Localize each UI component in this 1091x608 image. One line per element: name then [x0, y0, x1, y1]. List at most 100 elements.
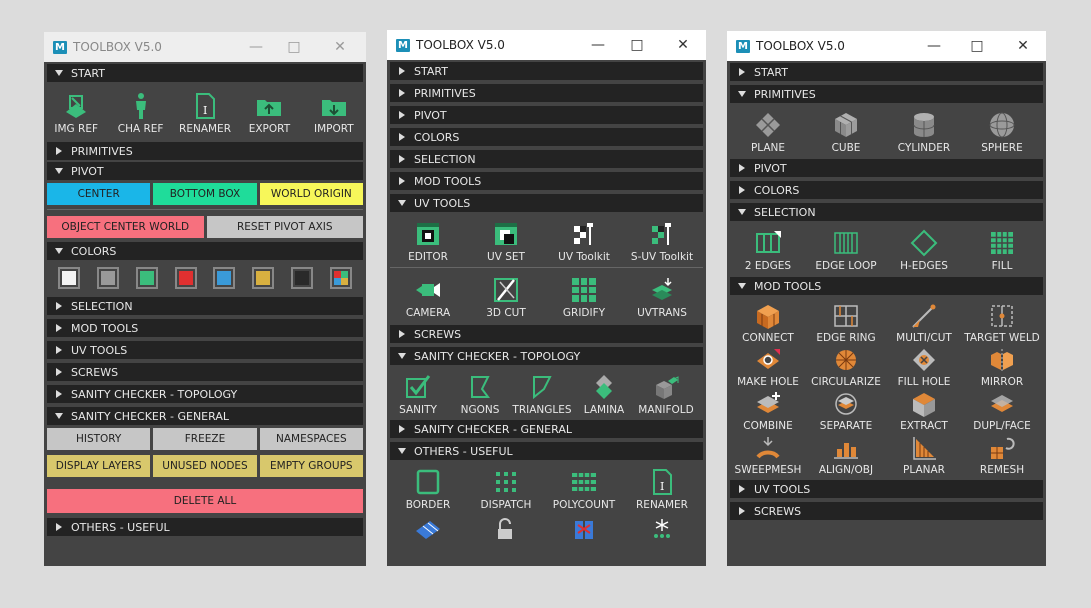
world-origin-pivot-button[interactable]: WORLD ORIGIN [259, 183, 363, 205]
remesh-button[interactable]: REMESH [963, 433, 1041, 476]
history-button[interactable]: HISTORY [47, 428, 151, 450]
green-color-swatch[interactable] [135, 266, 159, 290]
section-start[interactable]: START [390, 62, 703, 80]
planar-button[interactable]: PLANAR [885, 433, 963, 476]
separate-button[interactable]: SEPARATE [807, 389, 885, 432]
object-center-world-button[interactable]: OBJECT CENTER WORLD [47, 216, 204, 238]
section-selection[interactable]: SELECTION [47, 297, 363, 315]
section-colors[interactable]: COLORS [47, 242, 363, 260]
maximize-icon[interactable]: □ [968, 37, 986, 55]
import-button[interactable]: IMPORT [302, 90, 366, 135]
reset-color-swatch[interactable] [290, 266, 314, 290]
section-sanity-topology[interactable]: SANITY CHECKER - TOPOLOGY [390, 347, 703, 365]
3d-cut-button[interactable]: 3D CUT [467, 274, 545, 319]
uv-set-button[interactable]: UV SET [467, 218, 545, 263]
connect-button[interactable]: CONNECT [729, 301, 807, 344]
white-color-swatch[interactable] [57, 266, 81, 290]
export-button[interactable]: EXPORT [237, 90, 301, 135]
section-others-useful[interactable]: OTHERS - USEFUL [390, 442, 703, 460]
target-weld-button[interactable]: TARGET WELD [963, 301, 1041, 344]
section-uv-tools[interactable]: UV TOOLS [390, 194, 703, 212]
freeze-button[interactable]: FREEZE [153, 428, 257, 450]
section-uv-tools[interactable]: UV TOOLS [730, 480, 1043, 498]
maximize-icon[interactable]: □ [285, 38, 303, 56]
section-mod-tools[interactable]: MOD TOOLS [47, 319, 363, 337]
red-color-swatch[interactable] [174, 266, 198, 290]
stack-button[interactable] [545, 515, 623, 542]
ngons-button[interactable]: NGONS [449, 371, 511, 416]
combine-button[interactable]: COMBINE [729, 389, 807, 432]
namespaces-button[interactable]: NAMESPACES [259, 428, 363, 450]
section-sanity-topology[interactable]: SANITY CHECKER - TOPOLOGY [47, 385, 363, 403]
make-hole-button[interactable]: MAKE HOLE [729, 345, 807, 388]
fill-hole-button[interactable]: FILL HOLE [885, 345, 963, 388]
section-sanity-general[interactable]: SANITY CHECKER - GENERAL [47, 407, 363, 425]
multi-cut-button[interactable]: MULTI/CUT [885, 301, 963, 344]
triangles-button[interactable]: TRIANGLES [511, 371, 573, 416]
section-colors[interactable]: COLORS [390, 128, 703, 146]
empty-groups-button[interactable]: EMPTY GROUPS [259, 455, 363, 477]
unused-nodes-button[interactable]: UNUSED NODES [153, 455, 257, 477]
section-selection[interactable]: SELECTION [390, 150, 703, 168]
align-obj-button[interactable]: ALIGN/OBJ [807, 433, 885, 476]
sphere-button[interactable]: SPHERE [963, 109, 1041, 154]
minimize-icon[interactable]: — [925, 37, 943, 55]
border-button[interactable]: BORDER [389, 466, 467, 511]
mirror-button[interactable]: MIRROR [963, 345, 1041, 388]
uv-toolkit-button[interactable]: UV Toolkit [545, 218, 623, 263]
unlock-button[interactable] [467, 515, 545, 542]
gray-color-swatch[interactable] [96, 266, 120, 290]
sanity-button[interactable]: SANITY [387, 371, 449, 416]
blue-color-swatch[interactable] [212, 266, 236, 290]
s-uv-toolkit-button[interactable]: S-UV Toolkit [623, 218, 701, 263]
section-selection[interactable]: SELECTION [730, 203, 1043, 221]
plane-button[interactable]: PLANE [729, 109, 807, 154]
section-primitives[interactable]: PRIMITIVES [730, 85, 1043, 103]
section-mod-tools[interactable]: MOD TOOLS [390, 172, 703, 190]
dupl-face-button[interactable]: DUPL/FACE [963, 389, 1041, 432]
renamer-button[interactable]: I RENAMER [623, 466, 701, 511]
close-icon[interactable]: ✕ [331, 38, 349, 56]
section-primitives[interactable]: PRIMITIVES [47, 142, 363, 160]
section-start[interactable]: START [47, 64, 363, 82]
section-sanity-general[interactable]: SANITY CHECKER - GENERAL [390, 420, 703, 438]
cube-button[interactable]: CUBE [807, 109, 885, 154]
sweepmesh-button[interactable]: SWEEPMESH [729, 433, 807, 476]
yellow-color-swatch[interactable] [251, 266, 275, 290]
bottom-box-pivot-button[interactable]: BOTTOM BOX [153, 183, 257, 205]
2-edges-button[interactable]: 2 EDGES [729, 227, 807, 272]
section-others-useful[interactable]: OTHERS - USEFUL [47, 518, 363, 536]
display-layers-button[interactable]: DISPLAY LAYERS [47, 455, 151, 477]
circularize-button[interactable]: CIRCULARIZE [807, 345, 885, 388]
uv-camera-button[interactable]: CAMERA [389, 274, 467, 319]
maximize-icon[interactable]: □ [628, 36, 646, 54]
delete-all-button[interactable]: DELETE ALL [47, 489, 363, 513]
reset-pivot-axis-button[interactable]: RESET PIVOT AXIS [206, 216, 363, 238]
section-mod-tools[interactable]: MOD TOOLS [730, 277, 1043, 295]
fill-button[interactable]: FILL [963, 227, 1041, 272]
uvtrans-button[interactable]: UVTRANS [623, 274, 701, 319]
uv-editor-button[interactable]: EDITOR [389, 218, 467, 263]
section-colors[interactable]: COLORS [730, 181, 1043, 199]
renamer-button[interactable]: I RENAMER [173, 90, 237, 135]
section-uv-tools[interactable]: UV TOOLS [47, 341, 363, 359]
section-screws[interactable]: SCREWS [47, 363, 363, 381]
section-start[interactable]: START [730, 63, 1043, 81]
section-screws[interactable]: SCREWS [390, 325, 703, 343]
h-edges-button[interactable]: H-EDGES [885, 227, 963, 272]
snowflake-button[interactable] [623, 515, 701, 542]
manifold-button[interactable]: MANIFOLD [635, 371, 697, 416]
dispatch-button[interactable]: DISPATCH [467, 466, 545, 511]
section-pivot[interactable]: PIVOT [390, 106, 703, 124]
edge-loop-button[interactable]: EDGE LOOP [807, 227, 885, 272]
cha-ref-button[interactable]: CHA REF [108, 90, 172, 135]
extract-button[interactable]: EXTRACT [885, 389, 963, 432]
polycount-button[interactable]: POLYCOUNT [545, 466, 623, 511]
section-primitives[interactable]: PRIMITIVES [390, 84, 703, 102]
uv-plane-button[interactable] [389, 515, 467, 542]
cylinder-button[interactable]: CYLINDER [885, 109, 963, 154]
center-pivot-button[interactable]: CENTER [47, 183, 151, 205]
section-pivot[interactable]: PIVOT [47, 162, 363, 180]
lamina-button[interactable]: LAMINA [573, 371, 635, 416]
random-color-swatch[interactable] [329, 266, 353, 290]
